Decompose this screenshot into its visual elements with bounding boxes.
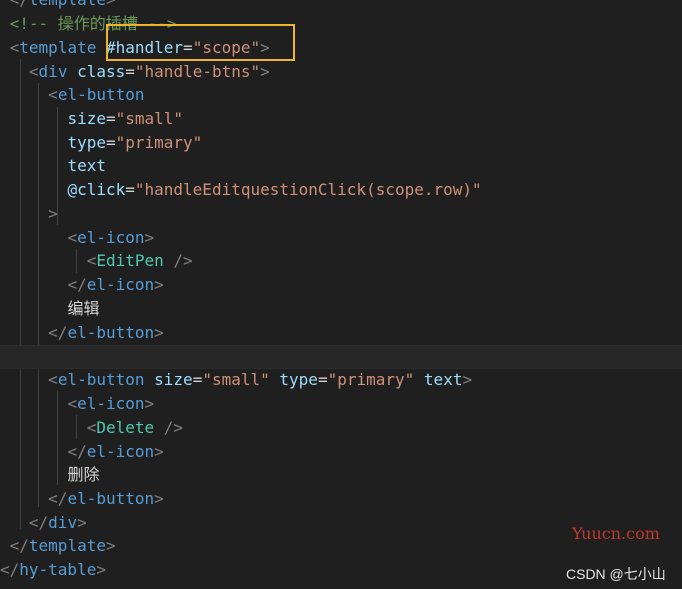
current-line-highlight[interactable] — [0, 345, 682, 369]
code-line: type="primary" — [0, 131, 682, 155]
tag-name: div — [38, 62, 68, 81]
tag-name: el-icon — [77, 394, 145, 413]
tag-bracket: > — [48, 204, 58, 223]
code-line: <!-- 操作的插槽 --> — [0, 12, 682, 36]
code-line: </el-button> — [48, 489, 164, 508]
code-line: text — [0, 154, 682, 178]
code-line: 删除 — [0, 463, 682, 487]
code-line: </el-icon> — [67, 442, 164, 461]
attr-value: "primary" — [115, 133, 203, 152]
tag-name: el-button — [67, 323, 155, 342]
tag-name: template — [29, 0, 106, 9]
attr-name: type — [67, 133, 106, 152]
code-line: <template #handler="scope"> — [9, 38, 270, 57]
tag-name: template — [19, 38, 97, 57]
code-line: <el-button — [48, 85, 145, 104]
attr-name: @click — [67, 180, 126, 199]
code-line: size="small" — [0, 107, 682, 131]
tag-name: div — [48, 513, 78, 532]
code-line: <el-icon> — [67, 228, 155, 247]
tag-name: el-button — [57, 370, 145, 389]
attr-name: size — [154, 370, 193, 389]
attr-name: size — [67, 109, 106, 128]
attr-name: class — [77, 62, 126, 81]
watermark-csdn: CSDN @七小山 — [566, 566, 666, 582]
equals-sign: = — [125, 180, 135, 199]
code-line: <div class="handle-btns"> — [28, 62, 270, 81]
tag-name: el-icon — [86, 275, 155, 294]
equals-sign: = — [105, 133, 116, 152]
text-node: 编辑 — [67, 299, 100, 318]
code-line: </el-icon> — [67, 275, 164, 294]
attr-name: text — [423, 370, 463, 389]
tag-name: hy-table — [19, 560, 97, 579]
equals-sign: = — [125, 62, 135, 81]
code-line: 编辑 — [0, 297, 682, 321]
tag-name: el-button — [67, 489, 155, 508]
tag-name: el-button — [57, 85, 145, 104]
equals-sign: = — [105, 109, 116, 128]
code-line: </el-button> — [48, 323, 164, 342]
attr-value: "small" — [202, 370, 270, 389]
annotation-highlight-box — [106, 24, 295, 61]
watermark-yuucn: Yuucn.com — [572, 524, 660, 543]
code-line: <el-icon> — [67, 394, 155, 413]
code-line: @click="handleEditquestionClick(scope.ro… — [0, 178, 682, 202]
code-line: > — [0, 202, 682, 226]
tag-name: el-icon — [86, 442, 155, 461]
code-line: </template> — [0, 0, 682, 12]
code-line: <el-button size="small" type="primary" t… — [48, 370, 473, 389]
attr-value: "small" — [115, 109, 184, 128]
code-line: <EditPen /> — [86, 251, 193, 270]
code-editor[interactable]: </template> <!-- 操作的插槽 --> <template #ha… — [0, 0, 682, 589]
attr-name: type — [279, 370, 318, 389]
text-node: 删除 — [67, 465, 100, 484]
code-line: <Delete /> — [86, 418, 184, 437]
attr-value: "primary" — [327, 370, 415, 389]
attr-name: text — [67, 156, 106, 175]
component-name: Delete — [96, 418, 155, 437]
attr-value: "handleEditquestionClick(scope.row)" — [134, 180, 482, 199]
tag-name: el-icon — [77, 228, 145, 247]
attr-value: "handle-btns" — [134, 62, 261, 81]
component-name: EditPen — [96, 251, 164, 270]
tag-name: template — [28, 536, 106, 555]
